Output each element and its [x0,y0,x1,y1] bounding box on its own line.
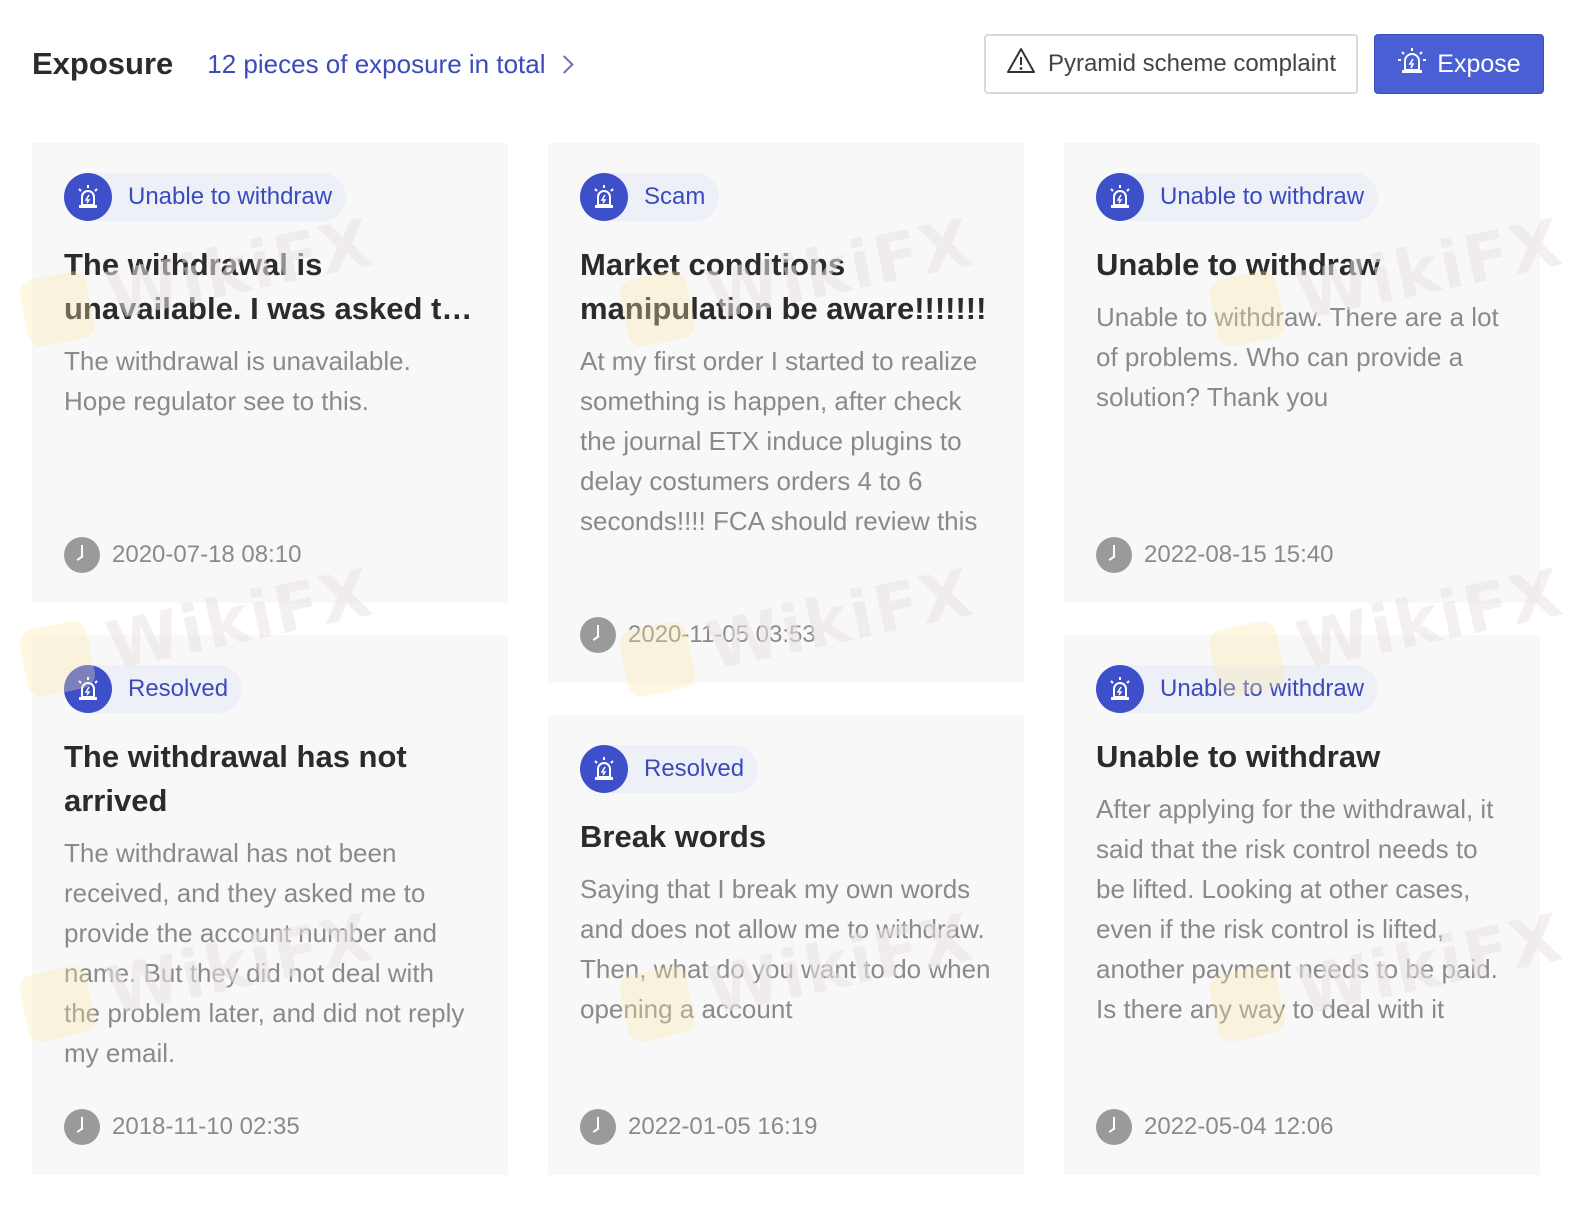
clock-icon [64,537,100,573]
timestamp-text: 2020-07-18 08:10 [112,541,302,568]
clock-icon [580,1109,616,1145]
clock-icon [1096,1109,1132,1145]
category-tag: Unable to withdraw [64,173,347,221]
card-description: Saying that I break my own words and doe… [580,874,991,1024]
exposure-column-2: Scam Market conditions manipulation be a… [548,143,1024,1175]
card-description: The withdrawal is unavailable. Hope regu… [64,346,411,416]
alarm-icon [1397,46,1427,83]
card-timestamp: 2022-01-05 16:19 [580,1109,818,1145]
card-description: The withdrawal has not been received, an… [64,838,465,1068]
total-exposure-link[interactable]: 12 pieces of exposure in total [207,48,574,80]
exposure-card[interactable]: Resolved The withdrawal has not arrived … [32,635,508,1175]
exposure-card[interactable]: Resolved Break words Saying that I break… [548,715,1024,1175]
category-label: Unable to withdraw [1160,675,1365,702]
clock-icon [1096,537,1132,573]
card-title: Unable to withdraw [1096,739,1381,774]
category-tag: Resolved [580,745,759,793]
category-label: Scam [644,183,706,210]
timestamp-text: 2022-01-05 16:19 [628,1113,818,1140]
exposure-header: Exposure 12 pieces of exposure in total … [32,34,1544,94]
card-title: Break words [580,819,767,854]
clock-icon [64,1109,100,1145]
alarm-icon [1096,665,1144,713]
card-description: After applying for the withdrawal, it sa… [1096,794,1498,1024]
exposure-card[interactable]: Unable to withdraw The withdrawal is una… [32,143,508,603]
timestamp-text: 2022-05-04 12:06 [1144,1113,1334,1140]
category-label: Unable to withdraw [128,183,333,210]
warning-icon [1006,47,1036,82]
category-tag: Scam [580,173,720,221]
exposure-card[interactable]: Unable to withdraw Unable to withdraw Af… [1064,635,1540,1175]
card-description: At my first order I started to realize s… [580,346,978,536]
card-timestamp: 2022-05-04 12:06 [1096,1109,1334,1145]
category-label: Resolved [644,755,745,782]
card-title: Unable to withdraw [1096,247,1381,282]
alarm-icon [1096,173,1144,221]
category-tag: Unable to withdraw [1096,173,1379,221]
exposure-column-1: Unable to withdraw The withdrawal is una… [32,143,508,1175]
complaint-button-label: Pyramid scheme complaint [1047,50,1337,77]
exposure-card[interactable]: Unable to withdraw Unable to withdraw Un… [1064,143,1540,603]
expose-button[interactable]: Expose [1374,34,1544,94]
card-title: The withdrawal is unavailable. I was ask… [64,247,461,326]
expose-button-label: Expose [1437,49,1521,78]
card-description: Unable to withdraw. There are a lot of p… [1096,302,1499,412]
clock-icon [580,617,616,653]
card-title: The withdrawal has not arrived [64,739,407,818]
total-exposure-label: 12 pieces of exposure in total [207,48,546,79]
alarm-icon [580,745,628,793]
card-timestamp: 2020-07-18 08:10 [64,537,302,573]
category-label: Unable to withdraw [1160,183,1365,210]
category-label: Resolved [128,675,229,702]
timestamp-text: 2022-08-15 15:40 [1144,541,1334,568]
alarm-icon [580,173,628,221]
chevron-right-icon [554,54,574,74]
pyramid-scheme-complaint-button[interactable]: Pyramid scheme complaint [984,34,1358,94]
card-timestamp: 2020-11-05 03:53 [580,617,816,653]
timestamp-text: 2018-11-10 02:35 [112,1113,300,1140]
card-timestamp: 2022-08-15 15:40 [1096,537,1334,573]
exposure-column-3: Unable to withdraw Unable to withdraw Un… [1064,143,1540,1175]
category-tag: Resolved [64,665,243,713]
section-title: Exposure [32,46,174,81]
alarm-icon [64,665,112,713]
card-title: Market conditions manipulation be aware!… [580,247,987,326]
category-tag: Unable to withdraw [1096,665,1379,713]
exposure-card[interactable]: Scam Market conditions manipulation be a… [548,143,1024,683]
timestamp-text: 2020-11-05 03:53 [628,621,816,648]
alarm-icon [64,173,112,221]
card-timestamp: 2018-11-10 02:35 [64,1109,300,1145]
